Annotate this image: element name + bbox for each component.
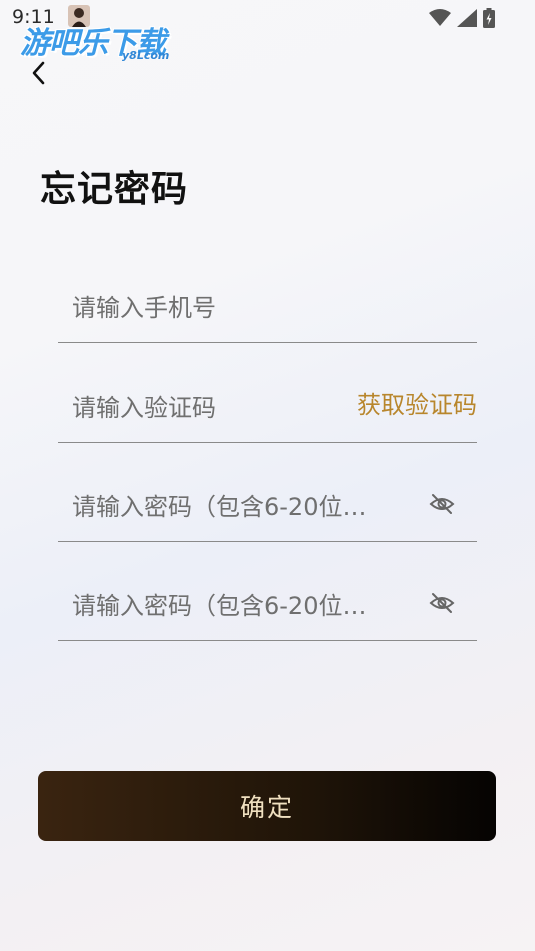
status-icons — [429, 8, 495, 28]
confirm-password-input[interactable] — [72, 586, 407, 626]
page-title: 忘记密码 — [40, 169, 189, 210]
signal-icon — [457, 9, 477, 27]
phone-field — [58, 243, 477, 343]
confirm-password-visibility-toggle[interactable] — [429, 591, 455, 615]
watermark-subtitle: y8Lcom — [122, 49, 170, 62]
eye-off-icon — [429, 593, 455, 613]
get-code-button[interactable]: 获取验证码 — [357, 385, 477, 420]
phone-input[interactable] — [72, 288, 452, 328]
wifi-icon — [429, 9, 451, 26]
chevron-left-icon — [32, 61, 45, 85]
eye-off-icon — [429, 494, 455, 514]
password-input[interactable] — [72, 487, 407, 527]
verification-code-field: 获取验证码 — [58, 343, 477, 443]
back-button[interactable] — [26, 58, 54, 90]
password-field — [58, 442, 477, 542]
battery-icon — [483, 8, 495, 28]
verification-code-input[interactable] — [72, 388, 322, 428]
password-visibility-toggle[interactable] — [429, 492, 455, 516]
confirm-button[interactable]: 确定 — [38, 771, 496, 841]
confirm-password-field — [58, 541, 477, 641]
